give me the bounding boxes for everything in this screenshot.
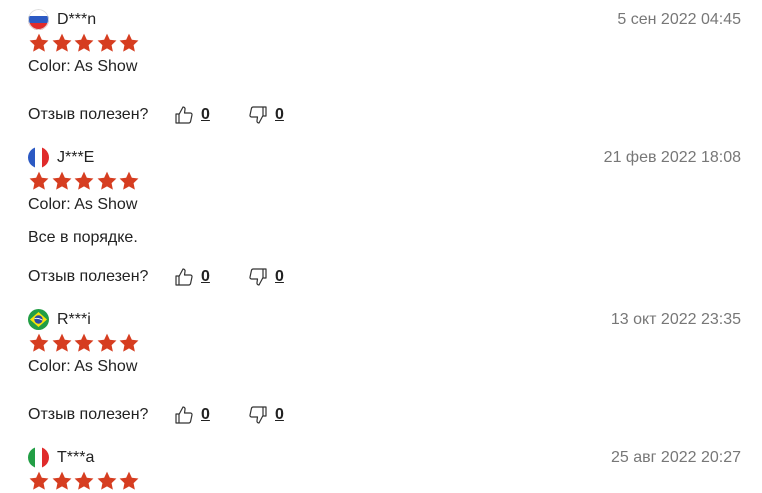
dislike-button[interactable]: 0 — [248, 105, 284, 125]
flag-russia-icon — [28, 9, 49, 30]
thumbs-up-icon — [174, 405, 194, 425]
star-icon — [73, 332, 95, 354]
star-icon — [118, 32, 140, 54]
star-icon — [28, 170, 50, 192]
thumbs-up-icon — [174, 105, 194, 125]
dislike-count: 0 — [275, 268, 284, 285]
helpful-label: Отзыв полезен? — [28, 106, 149, 123]
like-count: 0 — [201, 106, 210, 123]
dislike-button[interactable]: 0 — [248, 267, 284, 287]
like-count: 0 — [201, 268, 210, 285]
star-icon — [51, 470, 73, 492]
star-icon — [51, 32, 73, 54]
thumbs-down-icon — [248, 267, 268, 287]
flag-brazil-icon — [28, 309, 49, 330]
star-icon — [73, 170, 95, 192]
flag-france-icon — [28, 147, 49, 168]
star-icon — [118, 470, 140, 492]
review-date: 5 сен 2022 04:45 — [617, 11, 741, 28]
helpful-label: Отзыв полезен? — [28, 406, 149, 423]
thumbs-up-icon — [174, 267, 194, 287]
helpful-label: Отзыв полезен? — [28, 268, 149, 285]
star-icon — [96, 332, 118, 354]
star-rating — [28, 332, 141, 354]
product-variant: Color: As Show — [28, 196, 138, 213]
star-icon — [96, 170, 118, 192]
review-author: J***E — [57, 149, 95, 166]
product-variant: Color: As Show — [28, 358, 138, 375]
star-icon — [28, 332, 50, 354]
star-icon — [118, 332, 140, 354]
star-icon — [51, 170, 73, 192]
dislike-count: 0 — [275, 406, 284, 423]
review-author: D***n — [57, 11, 97, 28]
review-date: 25 авг 2022 20:27 — [611, 449, 741, 466]
review-author: R***i — [57, 311, 91, 328]
review-date: 13 окт 2022 23:35 — [610, 311, 741, 328]
like-count: 0 — [201, 406, 210, 423]
review-text: Все в порядке. — [28, 229, 138, 246]
star-icon — [73, 470, 95, 492]
star-rating — [28, 470, 141, 492]
dislike-count: 0 — [275, 106, 284, 123]
thumbs-down-icon — [248, 105, 268, 125]
like-button[interactable]: 0 — [174, 267, 210, 287]
star-icon — [96, 470, 118, 492]
like-button[interactable]: 0 — [174, 105, 210, 125]
star-icon — [96, 32, 118, 54]
star-icon — [28, 32, 50, 54]
star-rating — [28, 170, 141, 192]
star-icon — [118, 170, 140, 192]
star-icon — [73, 32, 95, 54]
star-icon — [51, 332, 73, 354]
like-button[interactable]: 0 — [174, 405, 210, 425]
dislike-button[interactable]: 0 — [248, 405, 284, 425]
review-author: T***a — [57, 449, 95, 466]
review-date: 21 фев 2022 18:08 — [603, 149, 741, 166]
flag-italy-icon — [28, 447, 49, 468]
product-variant: Color: As Show — [28, 58, 138, 75]
star-rating — [28, 32, 141, 54]
thumbs-down-icon — [248, 405, 268, 425]
star-icon — [28, 470, 50, 492]
